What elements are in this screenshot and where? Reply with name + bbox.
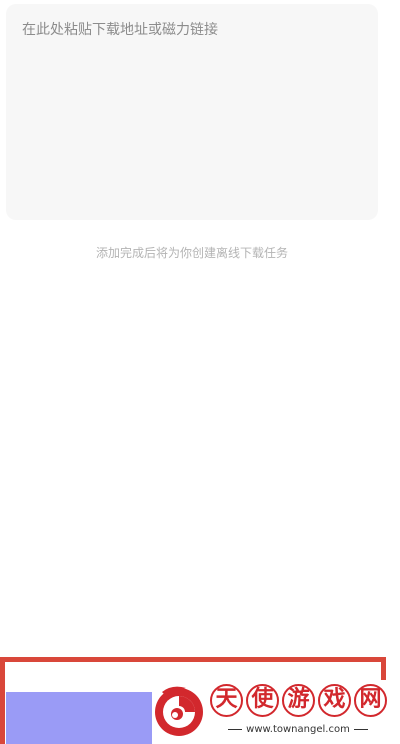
offline-task-hint: 添加完成后将为你创建离线下载任务	[95, 246, 288, 260]
watermark-char: 天	[210, 684, 243, 717]
confirm-button[interactable]	[6, 692, 152, 744]
watermark-char: 使	[246, 684, 279, 717]
watermark-char: 戏	[318, 684, 351, 717]
download-link-input[interactable]	[6, 4, 378, 220]
site-watermark: 天 使 游 戏 网 www.townangel.com	[152, 680, 390, 744]
add-download-page: 添加完成后将为你创建离线下载任务 天 使 游 戏 网 www.townangel…	[0, 0, 400, 744]
watermark-char: 游	[282, 684, 315, 717]
watermark-url: www.townangel.com	[210, 724, 386, 735]
watermark-char: 网	[354, 684, 387, 717]
watermark-brand: 天 使 游 戏 网	[210, 684, 387, 717]
angel-swirl-logo-icon	[155, 686, 203, 736]
